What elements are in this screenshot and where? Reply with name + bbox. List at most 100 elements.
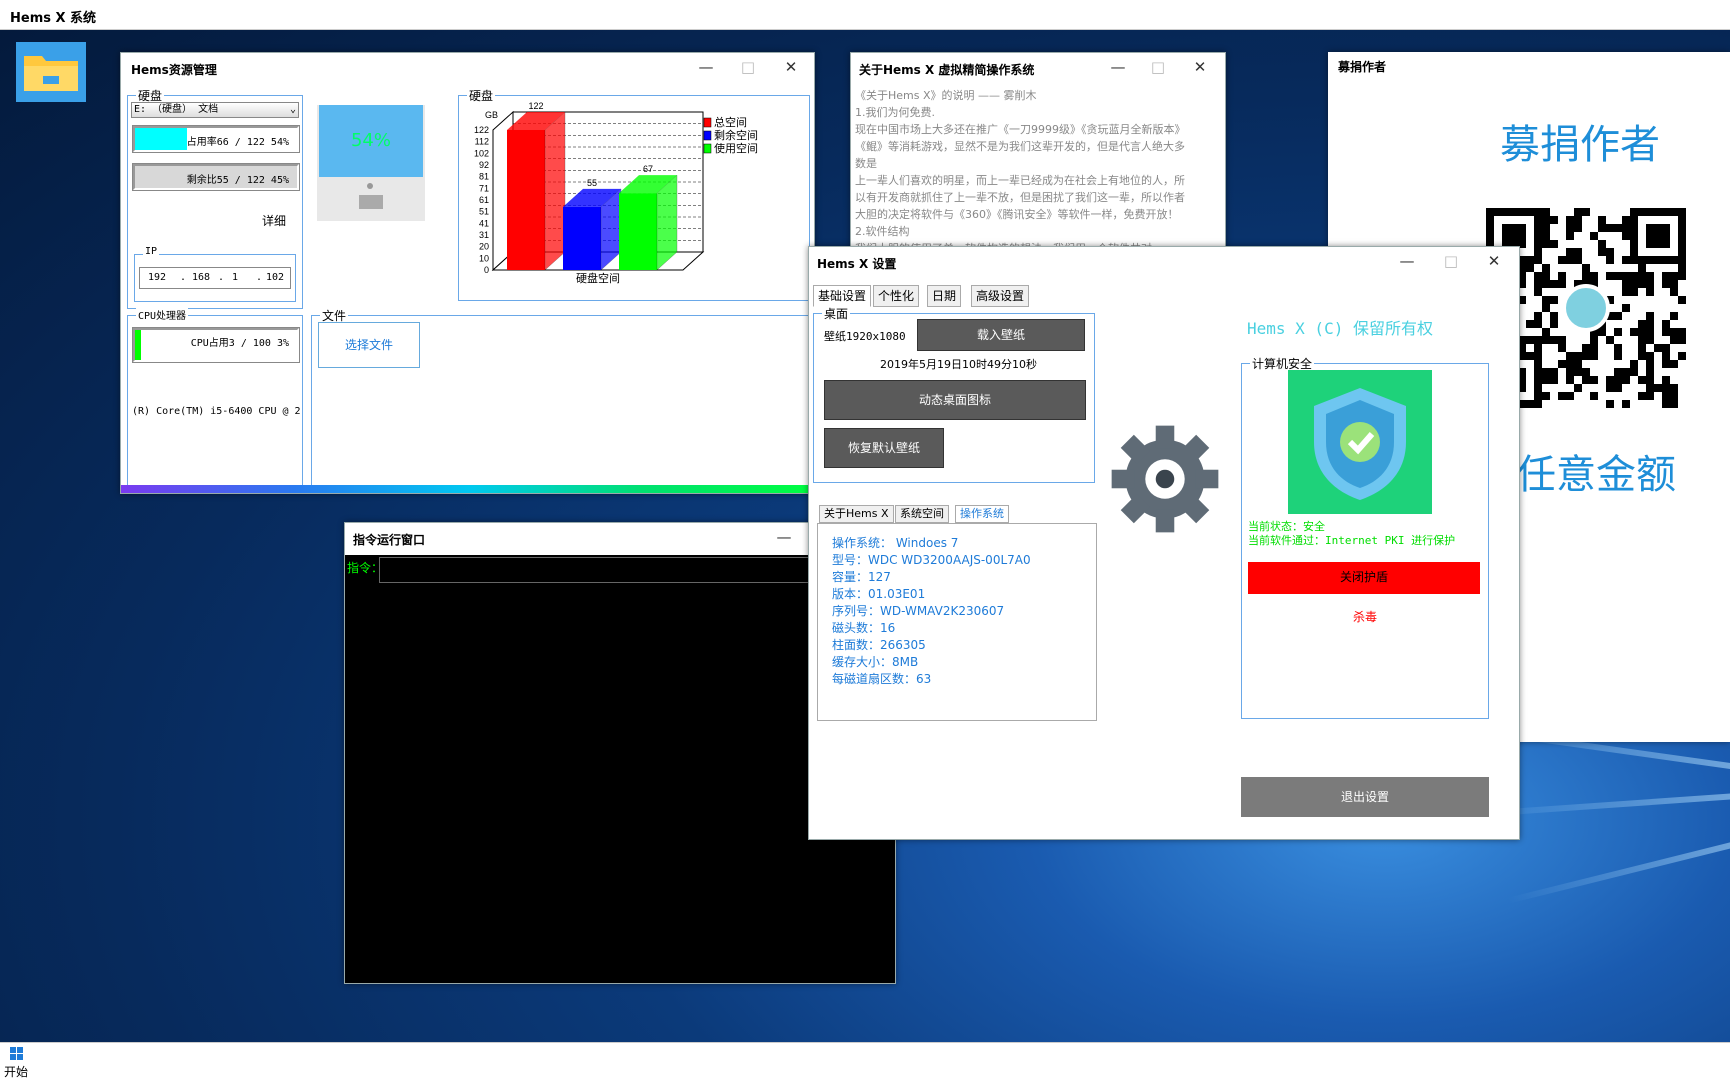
tab-os[interactable]: 操作系统 [955, 505, 1009, 523]
os-info-line: 序列号：WD-WMAV2K230607 [832, 604, 1005, 618]
start-label: 开始 [4, 1065, 29, 1079]
chart-legend-swatch [703, 130, 712, 141]
chart-ytick: 41 [479, 218, 489, 228]
tab-advanced[interactable]: 高级设置 [971, 285, 1030, 307]
minimize-button[interactable]: — [1103, 56, 1133, 78]
close-icon[interactable]: ✕ [1185, 56, 1215, 78]
copyright-text: Hems X (C) 保留所有权 [1247, 319, 1433, 338]
wallpaper-size: 壁纸1920x1080 [824, 330, 906, 343]
windows-logo-icon [10, 1047, 24, 1061]
about-line: 以有开发商就抓住了上一辈不放，但是困扰了我们这一辈，所以作者 [855, 191, 1185, 204]
ip-octet-2: 168 [192, 272, 211, 283]
about-line: 《关于Hems X》的说明 —— 雾削木 [855, 89, 1037, 102]
start-button[interactable]: 开始 [4, 1045, 36, 1079]
chart-data-label: 67 [643, 164, 653, 174]
minimize-button[interactable]: — [691, 56, 721, 78]
maximize-button[interactable]: □ [1436, 250, 1466, 272]
chart-ytick: 92 [479, 160, 489, 170]
maximize-button[interactable]: □ [733, 56, 763, 78]
cpu-group: CPU处理器 CPU占用3 / 100 3% (R) Core(TM) i5-6… [127, 307, 303, 491]
restore-wallpaper-button[interactable]: 恢复默认壁纸 [824, 428, 944, 468]
about-text: 《关于Hems X》的说明 —— 雾削木 1.我们为何免费. 现在中国市场上大多还在… [855, 87, 1221, 249]
minimize-button[interactable]: — [1392, 250, 1422, 272]
tab-space[interactable]: 系统空间 [895, 505, 949, 523]
donate-window-title: 募捐作者 [1338, 60, 1387, 74]
disk-used-fill [135, 128, 188, 150]
chart-ytick: 10 [479, 253, 489, 263]
about-line: 现在中国市场上大多还在推广《一刀9999级》《贪玩蓝月全新版本》 [855, 123, 1186, 136]
tab-basic[interactable]: 基础设置 [813, 285, 872, 307]
chart-ytick: 51 [479, 207, 489, 217]
about-line: 数是 [855, 157, 877, 170]
gear-icon [1107, 421, 1223, 537]
monitor-screen: 54% [319, 105, 423, 177]
os-info-line: 磁头数：16 [832, 621, 896, 635]
disk-group: 硬盘 E: （硬盘） 文档 ⌄ 占用率66 / 122 54% 剩余比55 / 1… [127, 87, 303, 309]
cpu-model: (R) Core(TM) i5-6400 CPU @ 2. [132, 406, 300, 417]
about-window: 关于Hems X 虚拟精简操作系统 — □ ✕ 《关于Hems X》的说明 ——… [850, 52, 1226, 250]
close-icon[interactable]: ✕ [1479, 250, 1509, 272]
chart-ytick: 31 [479, 230, 489, 240]
chart-legend-swatch [703, 143, 712, 154]
chart-bar-side [544, 111, 566, 271]
chart-ytick: 102 [474, 148, 489, 158]
cpu-bar: CPU占用3 / 100 3% [132, 327, 300, 363]
chart-ytick: 0 [484, 265, 489, 275]
settings-tabs: 基础设置 个性化 日期 高级设置 [813, 285, 1033, 307]
disk-select[interactable]: E: （硬盘） 文档 ⌄ [131, 102, 299, 118]
folder-icon[interactable] [16, 42, 86, 102]
load-wallpaper-button[interactable]: 载入壁纸 [917, 319, 1085, 351]
gradient-strip [121, 485, 816, 493]
about-window-title: 关于Hems X 虚拟精简操作系统 [859, 63, 1035, 77]
command-input[interactable] [379, 557, 849, 583]
ip-input[interactable]: 192 . 168 . 1 . 102 [139, 267, 291, 289]
app-titlebar: Hems X 系统 [0, 0, 1730, 30]
ip-octet-3: 1 [232, 272, 239, 283]
cpu-text: CPU占用3 / 100 3% [190, 338, 289, 349]
cpu-group-label: CPU处理器 [136, 307, 189, 322]
tab-date[interactable]: 日期 [927, 285, 962, 307]
settings-window-title: Hems X 设置 [817, 257, 897, 271]
os-info-panel: 操作系统： Windoes 7 型号：WDC WD3200AAJS-00L7A0 容… [817, 523, 1097, 721]
taskbar: 开始 [0, 1042, 1730, 1080]
file-group: 文件 选择文件 [311, 307, 809, 491]
maximize-button[interactable]: □ [1143, 56, 1173, 78]
monitor-widget: 54% [317, 105, 425, 221]
chart-ytick: 71 [479, 183, 489, 193]
disk-used-bar: 占用率66 / 122 54% [132, 125, 300, 153]
chart-ytick: 20 [479, 242, 489, 252]
tab-personalize[interactable]: 个性化 [873, 285, 920, 307]
detail-link[interactable]: 详细 [262, 212, 286, 229]
os-info-line: 缓存大小：8MB [832, 655, 919, 669]
dynamic-icon-button[interactable]: 动态桌面图标 [824, 380, 1086, 420]
close-shield-button[interactable]: 关闭护盾 [1248, 562, 1480, 594]
desktop-group: 桌面 壁纸1920x1080 载入壁纸 2019年5月19日10时49分10秒 … [813, 305, 1095, 483]
disk-free-text: 剩余比55 / 122 45% [186, 175, 289, 186]
datetime-text: 2019年5月19日10时49分10秒 [880, 358, 1037, 371]
ip-group-label: IP [143, 246, 160, 257]
os-info-line: 操作系统： Windoes 7 [832, 536, 959, 550]
chart-legend-label: 剩余空间 [714, 128, 758, 142]
os-info-line: 版本：01.03E01 [832, 587, 926, 601]
monitor-stand [359, 195, 383, 209]
security-group: 计算机安全 当前状态：安全 当前软件通过：Internet PKI 进行保护 关… [1241, 355, 1489, 719]
shield-icon [1288, 370, 1432, 514]
chart-bar-front [507, 130, 545, 270]
os-info-line: 型号：WDC WD3200AAJS-00L7A0 [832, 553, 1031, 567]
chart-ytick: 81 [479, 172, 489, 182]
command-window-title: 指令运行窗口 [353, 533, 426, 547]
chart-legend-swatch [703, 117, 712, 128]
tab-about[interactable]: 关于Hems X [819, 505, 894, 523]
chart-legend-label: 总空间 [714, 115, 747, 129]
desktop-group-label: 桌面 [822, 305, 851, 322]
chart-ytick: 112 [475, 137, 489, 147]
close-icon[interactable]: ✕ [776, 56, 806, 78]
chart-bar-front [619, 193, 657, 270]
antivirus-link[interactable]: 杀毒 [1242, 608, 1488, 625]
minimize-button[interactable]: — [769, 526, 799, 548]
exit-settings-button[interactable]: 退出设置 [1241, 777, 1489, 817]
donate-heading: 募捐作者 [1500, 122, 1660, 168]
info-tabs: 关于Hems X 系统空间 操作系统 [819, 505, 1019, 523]
donate-footer: 任意金额 [1516, 452, 1676, 498]
select-file-button[interactable]: 选择文件 [318, 322, 420, 368]
